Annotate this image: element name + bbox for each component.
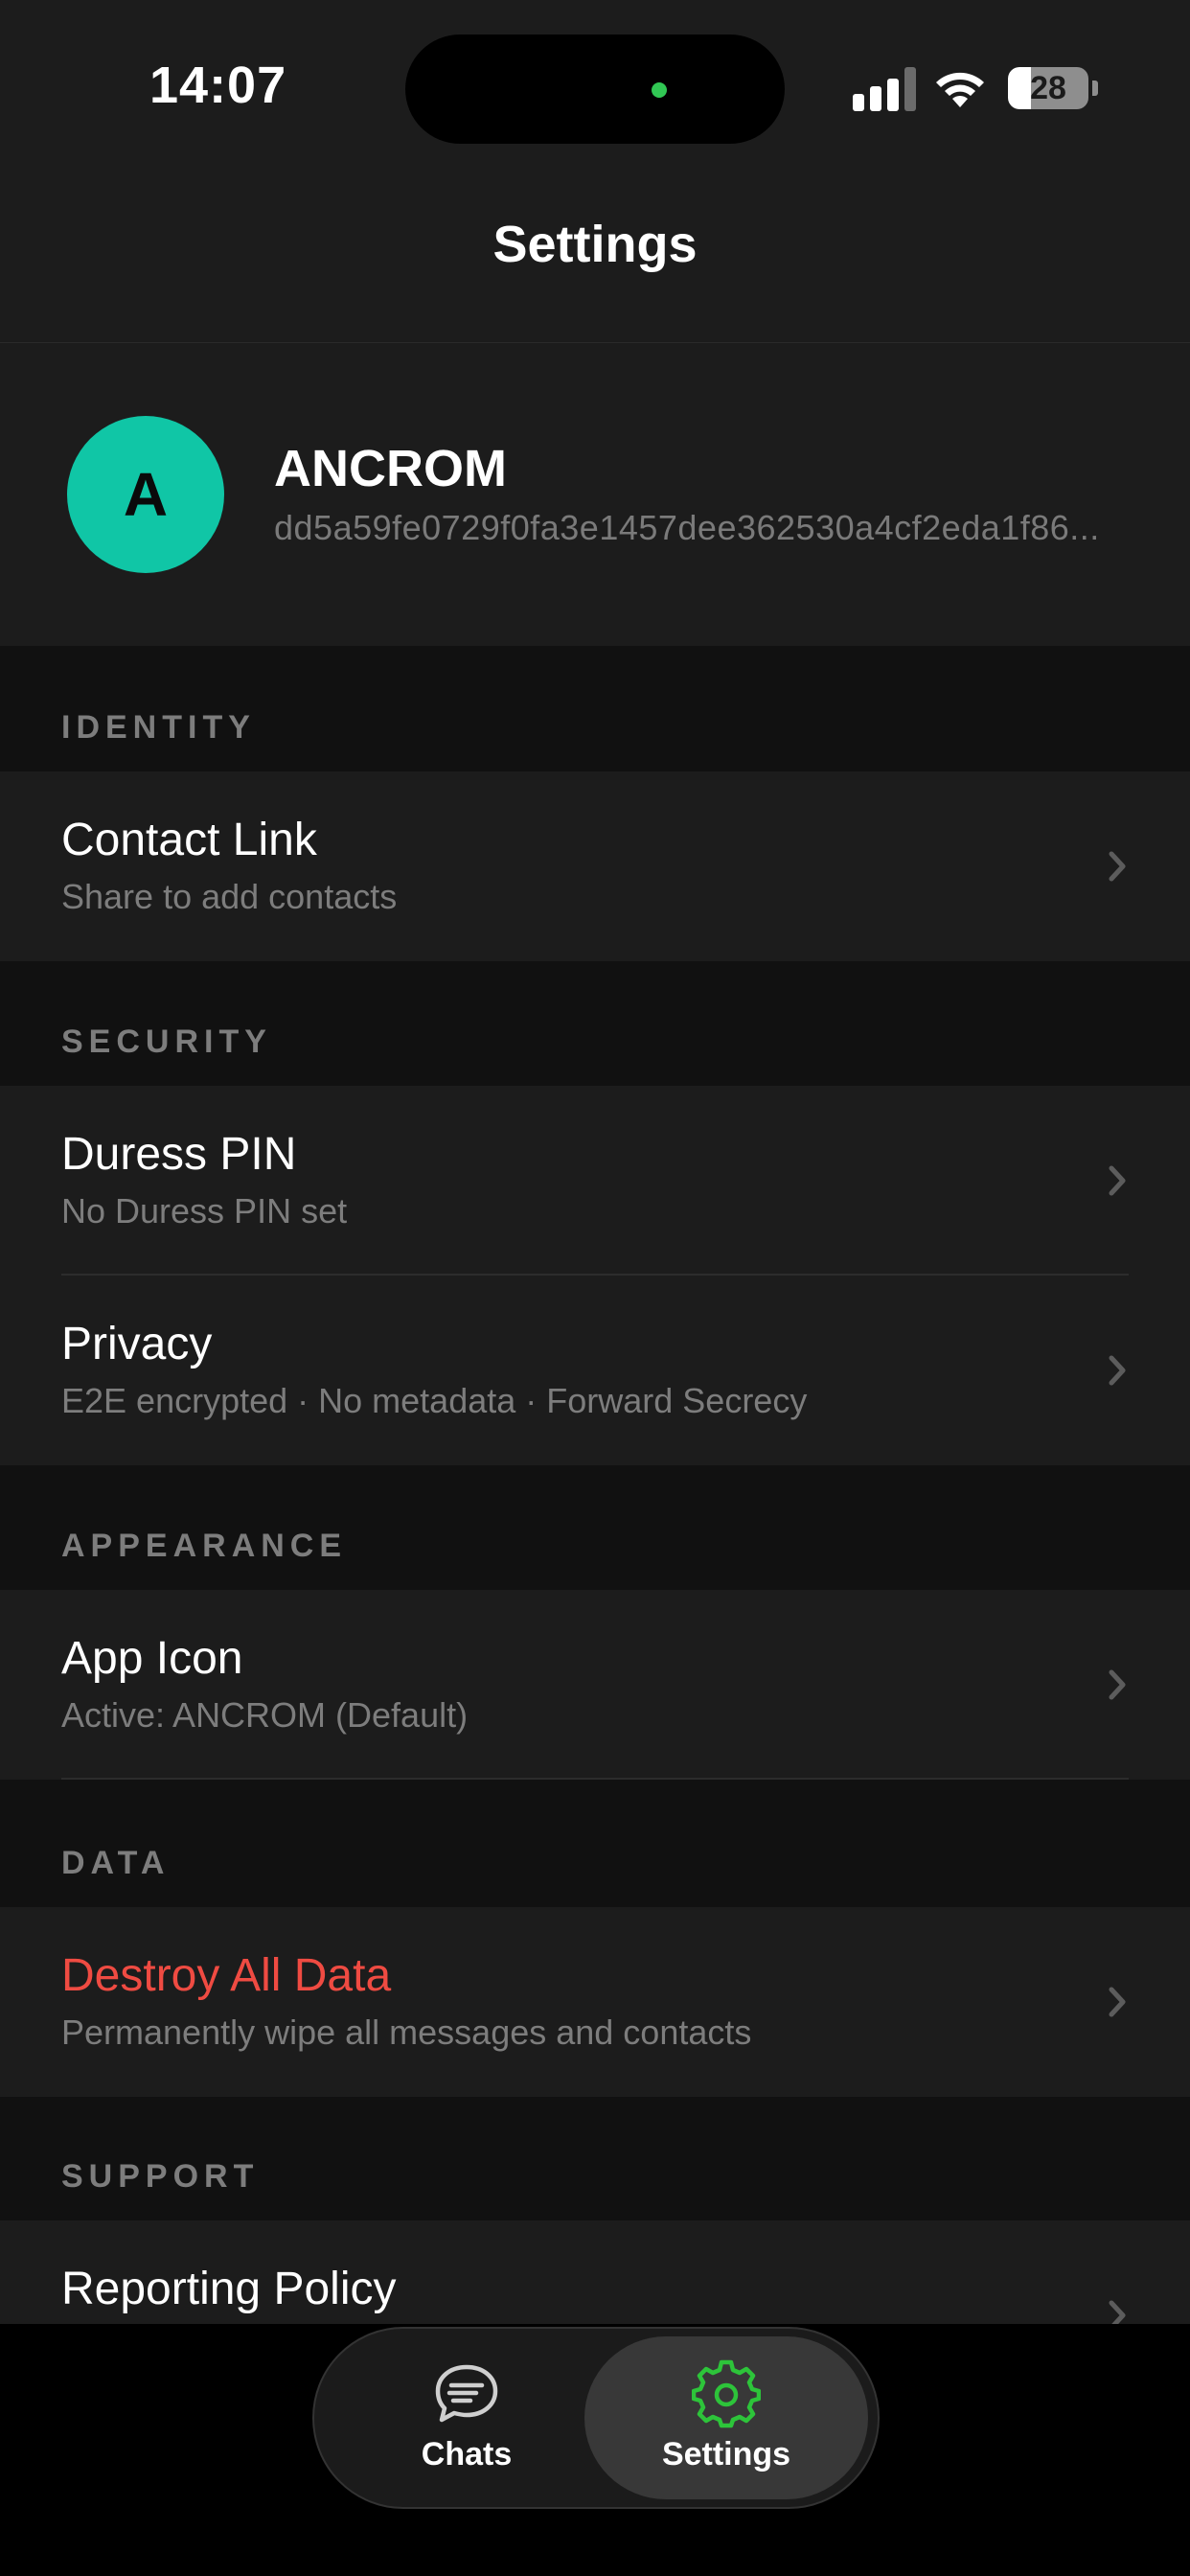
wifi-icon <box>936 72 984 107</box>
section-header-identity: IDENTITY <box>61 709 256 746</box>
battery-icon: 28 <box>1008 67 1088 109</box>
row-title: Reporting Policy <box>61 2264 397 2314</box>
row-subtitle: No Duress PIN set <box>61 1191 348 1230</box>
row-subtitle: Active: ANCROM (Default) <box>61 1695 469 1735</box>
row-privacy[interactable]: Privacy E2E encrypted · No metadata · Fo… <box>0 1276 1190 1465</box>
status-time: 14:07 <box>149 57 287 114</box>
row-divider <box>61 1778 1129 1780</box>
gear-icon <box>692 2359 761 2428</box>
row-subtitle: E2E encrypted · No metadata · Forward Se… <box>61 1381 808 1420</box>
row-duress-pin[interactable]: Duress PIN No Duress PIN set <box>0 1086 1190 1276</box>
tab-chats[interactable]: Chats <box>352 2336 582 2499</box>
battery-cap <box>1092 80 1098 96</box>
row-title: Contact Link <box>61 815 317 865</box>
section-header-security: SECURITY <box>61 1024 272 1060</box>
tab-label: Settings <box>661 2436 791 2472</box>
tab-settings[interactable]: Settings <box>611 2336 841 2499</box>
navigation-bar: Settings <box>0 172 1190 343</box>
battery-level: 28 <box>1030 70 1066 106</box>
section-header-appearance: APPEARANCE <box>61 1528 348 1564</box>
profile-id: dd5a59fe0729f0fa3e1457dee362530a4cf2eda1… <box>274 508 1100 547</box>
page-title: Settings <box>492 216 698 273</box>
dynamic-island <box>405 34 785 144</box>
row-title: App Icon <box>61 1633 243 1684</box>
chevron-right-icon <box>1109 1987 1126 2017</box>
tab-label: Chats <box>421 2436 513 2472</box>
chat-bubble-icon <box>435 2364 498 2423</box>
row-contact-link[interactable]: Contact Link Share to add contacts <box>0 771 1190 961</box>
row-destroy-all-data[interactable]: Destroy All Data Permanently wipe all me… <box>0 1907 1190 2097</box>
row-title: Destroy All Data <box>61 1950 392 2001</box>
profile-card[interactable]: A ANCROM dd5a59fe0729f0fa3e1457dee362530… <box>0 343 1190 646</box>
row-title: Privacy <box>61 1319 213 1369</box>
profile-name: ANCROM <box>274 440 507 497</box>
cellular-signal-icon <box>853 67 916 111</box>
row-subtitle: Share to add contacts <box>61 877 398 916</box>
settings-screen: 14:07 28 Settings A ANCROM dd5a59fe0729f… <box>0 0 1190 2576</box>
section-header-data: DATA <box>61 1845 171 1881</box>
chevron-right-icon <box>1109 1355 1126 1386</box>
row-title: Duress PIN <box>61 1129 297 1180</box>
row-subtitle: Permanently wipe all messages and contac… <box>61 2012 752 2052</box>
camera-indicator-dot <box>652 82 667 98</box>
avatar: A <box>67 416 224 573</box>
section-header-support: SUPPORT <box>61 2158 260 2195</box>
row-app-icon[interactable]: App Icon Active: ANCROM (Default) <box>0 1590 1190 1780</box>
chevron-right-icon <box>1109 851 1126 882</box>
chevron-right-icon <box>1109 1669 1126 1700</box>
status-bar: 14:07 28 <box>0 0 1190 172</box>
chevron-right-icon <box>1109 1165 1126 1196</box>
